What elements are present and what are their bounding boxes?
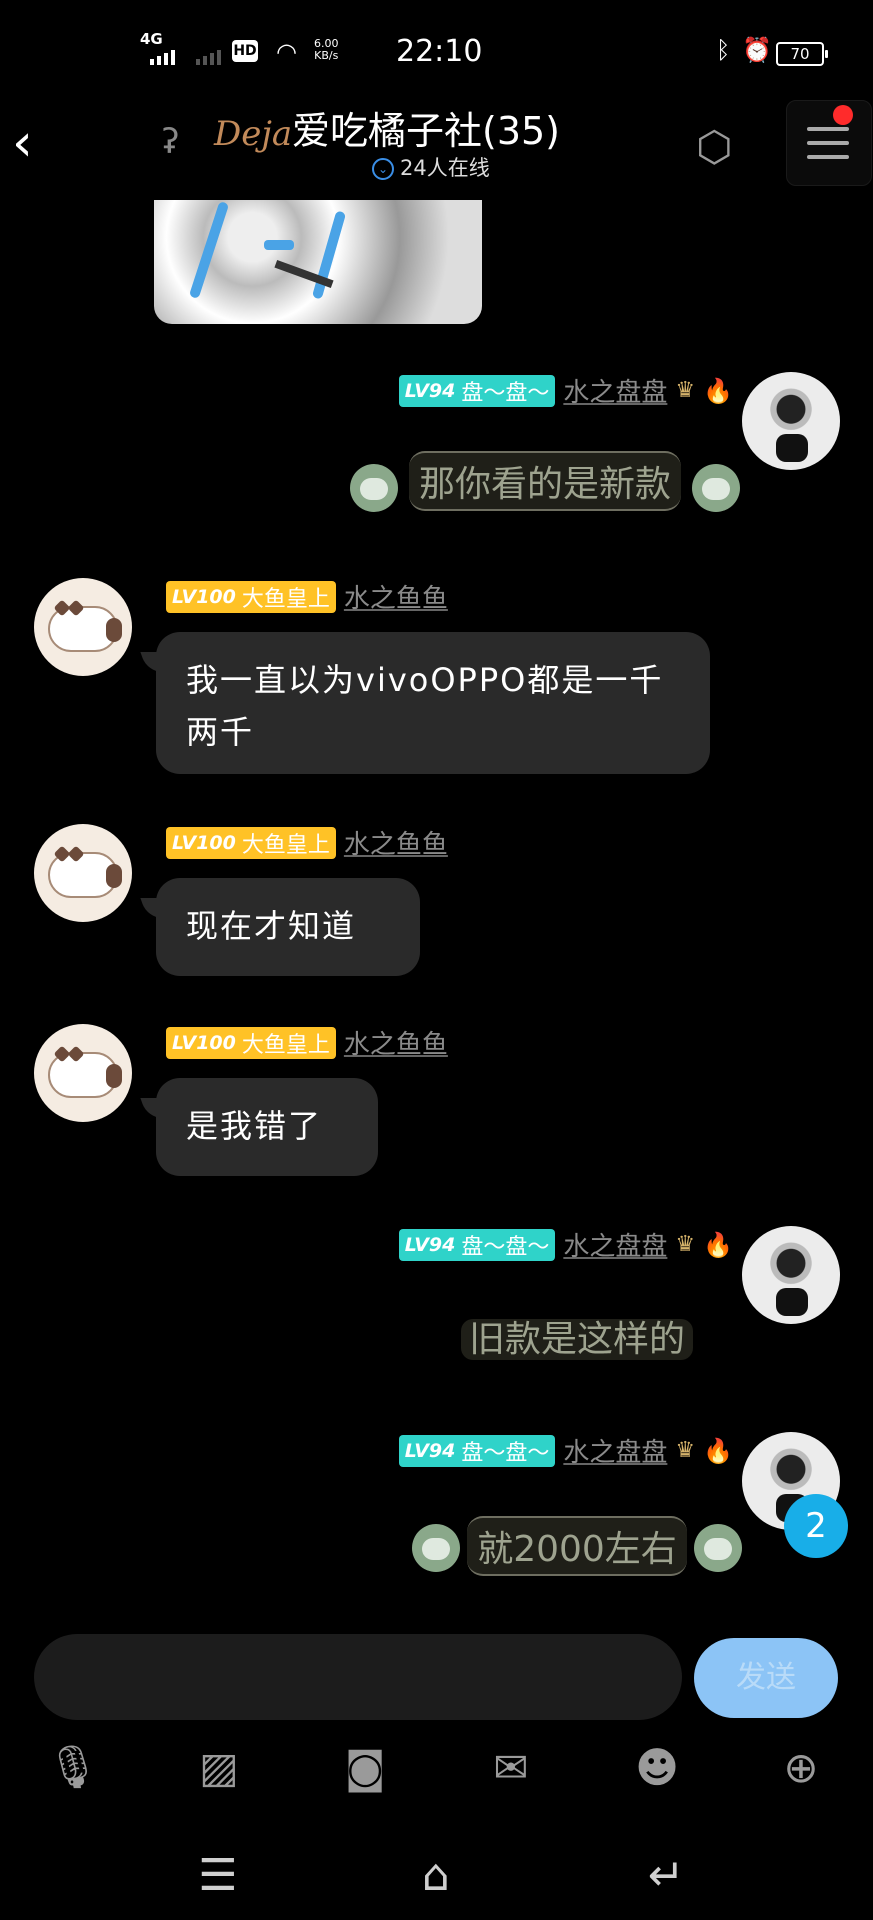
- message-bubble[interactable]: 旧款是这样的: [460, 1310, 693, 1362]
- level-badge: LV100 大鱼皇上: [166, 826, 336, 859]
- plus-icon[interactable]: ⊕: [774, 1740, 828, 1794]
- tag-icon[interactable]: ⬡: [696, 122, 733, 171]
- avatar[interactable]: [34, 578, 132, 676]
- message-bubble[interactable]: 我一直以为vivoOPPO都是一千两千: [156, 632, 710, 774]
- level-badge: LV94 盘～盘～: [398, 1434, 556, 1467]
- message-bubble[interactable]: 就2000左右: [412, 1506, 742, 1586]
- back-icon[interactable]: ↵: [636, 1850, 696, 1901]
- system-nav-bar: ☰ ⌂ ↵: [0, 1840, 873, 1920]
- sender-info: LV100 大鱼皇上 水之鱼鱼: [166, 1024, 448, 1061]
- chevron-down-icon: ⌄: [372, 158, 394, 180]
- username[interactable]: 水之盘盘: [563, 1432, 667, 1469]
- network-speed: 6.00 KB/s: [314, 37, 339, 62]
- camera-icon[interactable]: ◙: [338, 1740, 392, 1794]
- crown-icon: ♛: [675, 378, 696, 403]
- avatar[interactable]: [34, 1024, 132, 1122]
- username[interactable]: 水之盘盘: [563, 372, 667, 409]
- avatar[interactable]: [34, 824, 132, 922]
- emoji-icon[interactable]: ☻: [630, 1740, 684, 1794]
- back-button[interactable]: ‹: [12, 117, 33, 169]
- message-bubble[interactable]: 是我错了: [156, 1078, 378, 1176]
- menu-button[interactable]: [786, 100, 872, 186]
- message-input[interactable]: [34, 1634, 682, 1720]
- send-button[interactable]: 发送: [694, 1638, 838, 1718]
- input-toolbar: 🎙 ▨ ◙ ✉ ☻ ⊕: [0, 1740, 873, 1800]
- wifi-icon: ◠: [276, 38, 297, 66]
- avatar[interactable]: [742, 1226, 840, 1324]
- level-badge: LV100 大鱼皇上: [166, 1026, 336, 1059]
- recent-apps-icon[interactable]: ☰: [188, 1850, 248, 1901]
- home-icon[interactable]: ⌂: [406, 1850, 466, 1901]
- unread-count-badge[interactable]: 2: [784, 1494, 848, 1558]
- sender-info: LV94 盘～盘～ 水之盘盘 ♛ 🔥: [398, 372, 733, 409]
- level-badge: LV94 盘～盘～: [398, 1228, 556, 1261]
- sender-info: LV100 大鱼皇上 水之鱼鱼: [166, 824, 448, 861]
- clock: 22:10: [396, 34, 483, 69]
- signal-icon: [150, 50, 175, 65]
- notification-dot: [833, 105, 853, 125]
- deja-logo: Deja: [214, 114, 293, 154]
- level-badge: LV94 盘～盘～: [398, 374, 556, 407]
- bluetooth-icon: ᛒ: [716, 36, 731, 64]
- message-bubble[interactable]: 那你看的是新款: [350, 446, 740, 516]
- fire-icon: 🔥: [703, 376, 733, 405]
- level-badge: LV100 大鱼皇上: [166, 580, 336, 613]
- online-count[interactable]: ⌄ 24人在线: [372, 152, 490, 182]
- crown-icon: ♛: [675, 1232, 696, 1257]
- username[interactable]: 水之鱼鱼: [344, 824, 448, 861]
- frog-sticker-icon: [694, 1524, 742, 1572]
- crown-icon: ♛: [675, 1438, 696, 1463]
- microphone-icon[interactable]: 🎙: [46, 1740, 100, 1794]
- username[interactable]: 水之鱼鱼: [344, 578, 448, 615]
- group-title[interactable]: 爱吃橘子社(35): [292, 100, 560, 155]
- sender-info: LV94 盘～盘～ 水之盘盘 ♛ 🔥: [398, 1226, 733, 1263]
- message-bubble[interactable]: 现在才知道: [156, 878, 420, 976]
- chat-header: ‹ ʡ Deja 爱吃橘子社(35) ⌄ 24人在线 ⬡: [0, 100, 873, 190]
- sender-info: LV94 盘～盘～ 水之盘盘 ♛ 🔥: [398, 1432, 733, 1469]
- signal-2-icon: [196, 50, 221, 65]
- ear-icon[interactable]: ʡ: [162, 122, 192, 162]
- avatar[interactable]: [742, 372, 840, 470]
- frog-sticker-icon: [350, 464, 398, 512]
- hd-icon: HD: [232, 40, 258, 62]
- battery-icon: 70: [776, 42, 828, 66]
- alarm-icon: ⏰: [742, 36, 772, 64]
- status-bar: 4G HD ◠ 6.00 KB/s 22:10 ᛒ ⏰ 70: [0, 0, 873, 100]
- frog-sticker-icon: [692, 464, 740, 512]
- image-message[interactable]: [154, 200, 482, 324]
- fire-icon: 🔥: [703, 1230, 733, 1259]
- frog-sticker-icon: [412, 1524, 460, 1572]
- red-packet-icon[interactable]: ✉: [484, 1740, 538, 1794]
- sender-info: LV100 大鱼皇上 水之鱼鱼: [166, 578, 448, 615]
- network-type: 4G: [140, 30, 163, 48]
- username[interactable]: 水之鱼鱼: [344, 1024, 448, 1061]
- menu-icon: [807, 127, 849, 169]
- image-icon[interactable]: ▨: [192, 1740, 246, 1794]
- username[interactable]: 水之盘盘: [563, 1226, 667, 1263]
- fire-icon: 🔥: [703, 1436, 733, 1465]
